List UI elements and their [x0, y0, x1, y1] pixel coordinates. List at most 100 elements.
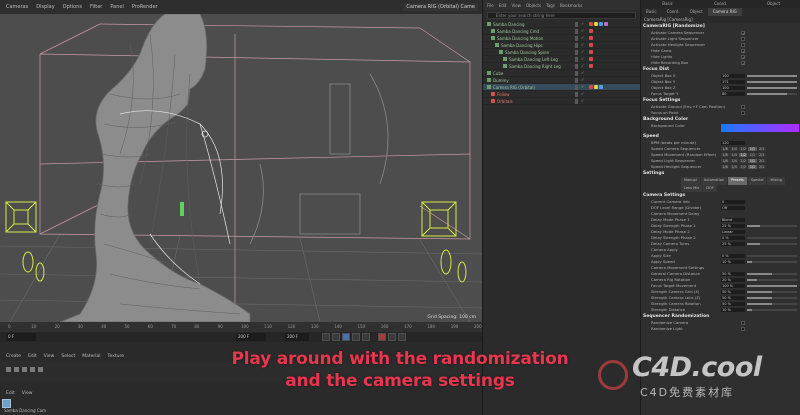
- tag-icon[interactable]: [589, 43, 593, 47]
- visibility-dots-icon[interactable]: [575, 57, 578, 62]
- attribute-value-field[interactable]: 100: [721, 74, 745, 78]
- attribute-value-field[interactable]: Linear: [721, 230, 745, 234]
- viewport-menu-cameras[interactable]: Cameras: [6, 4, 28, 10]
- visibility-dots-icon[interactable]: [575, 29, 578, 34]
- attribute-checkbox[interactable]: ✓: [741, 61, 745, 66]
- autokey-button[interactable]: [388, 333, 396, 341]
- attribute-value-field[interactable]: 25 %: [721, 224, 745, 228]
- attribute-slider[interactable]: [747, 297, 797, 299]
- settings-subtab[interactable]: DOF: [703, 185, 717, 192]
- am-tab2-coord[interactable]: Coord.: [662, 8, 685, 16]
- object-search-input[interactable]: Enter your search string here: [487, 12, 636, 19]
- attribute-checkbox[interactable]: ✓: [741, 55, 745, 60]
- tag-icon[interactable]: [589, 57, 593, 61]
- viewport-menu-options[interactable]: Options: [63, 4, 82, 10]
- attribute-slider[interactable]: [747, 291, 797, 293]
- am-tab2-camera-rig[interactable]: Camera RIG: [707, 8, 742, 16]
- attribute-value-field[interactable]: 100 %: [721, 284, 745, 288]
- object-row[interactable]: Follow ✓: [483, 91, 640, 98]
- visibility-dots-icon[interactable]: [575, 71, 578, 76]
- background-color-swatch[interactable]: [721, 124, 799, 132]
- enable-check-icon[interactable]: ✓: [581, 64, 585, 68]
- enable-check-icon[interactable]: ✓: [581, 29, 585, 33]
- am-tab2-object[interactable]: Object: [685, 8, 708, 16]
- object-row[interactable]: Cube ✓: [483, 70, 640, 77]
- material-menu-select[interactable]: Select: [61, 354, 75, 359]
- material-tool-icon[interactable]: [38, 367, 43, 372]
- am-tab-object[interactable]: Object: [747, 0, 800, 8]
- enable-check-icon[interactable]: ✓: [581, 99, 585, 103]
- section-sequencer-randomization[interactable]: Sequencer Randomization: [641, 313, 800, 320]
- speed-option-button[interactable]: 1/2: [739, 147, 748, 151]
- object-row[interactable]: Orbitals ✓: [483, 98, 640, 105]
- speed-option-button[interactable]: 1/1: [748, 165, 757, 169]
- settings-tab[interactable]: Presets: [728, 177, 747, 185]
- attribute-slider[interactable]: [747, 255, 797, 257]
- attribute-checkbox[interactable]: [741, 327, 745, 331]
- tag-icon[interactable]: [594, 85, 598, 89]
- attribute-checkbox[interactable]: ✓: [741, 31, 745, 36]
- speed-option-button[interactable]: 1/2: [739, 165, 748, 169]
- settings-tab[interactable]: Manual: [681, 177, 700, 185]
- attribute-value-field[interactable]: Off: [721, 206, 745, 210]
- attribute-value-field[interactable]: 0: [721, 200, 745, 204]
- viewport-menu-filter[interactable]: Filter: [90, 4, 102, 10]
- om-menu-tags[interactable]: Tags: [546, 3, 555, 8]
- enable-check-icon[interactable]: ✓: [581, 92, 585, 96]
- tag-icon[interactable]: [589, 85, 593, 89]
- section-background-color[interactable]: Background Color: [641, 116, 800, 123]
- material-menu-material[interactable]: Material: [82, 354, 100, 359]
- attribute-slider[interactable]: [747, 261, 797, 263]
- speed-option-button[interactable]: 1/1: [748, 147, 757, 151]
- attribute-slider[interactable]: [747, 237, 797, 239]
- object-row[interactable]: Samba Dancing Hips ✓: [483, 42, 640, 49]
- om-menu-objects[interactable]: Objects: [526, 3, 541, 8]
- speed-option-button[interactable]: 1/4: [730, 153, 739, 157]
- object-row[interactable]: Samba Dancing Motion ✓: [483, 35, 640, 42]
- enable-check-icon[interactable]: ✓: [581, 43, 585, 47]
- attribute-value-field[interactable]: 0 %: [721, 236, 745, 240]
- material-menu-texture[interactable]: Texture: [108, 354, 124, 359]
- section-focus-settings[interactable]: Focus Settings: [641, 97, 800, 104]
- attribute-value-field[interactable]: 171: [721, 80, 745, 84]
- attribute-value-field[interactable]: 120: [721, 141, 745, 145]
- material-tool-icon[interactable]: [30, 367, 35, 372]
- enable-check-icon[interactable]: ✓: [581, 50, 585, 54]
- visibility-dots-icon[interactable]: [575, 50, 578, 55]
- attribute-checkbox[interactable]: [741, 111, 745, 115]
- attribute-slider[interactable]: [747, 93, 797, 95]
- keyframe-button[interactable]: [398, 333, 406, 341]
- material-menu-create[interactable]: Create: [6, 354, 21, 359]
- attribute-value-field[interactable]: 100: [721, 86, 745, 90]
- 3d-viewport[interactable]: Cameras Display Options Filter Panel Pro…: [0, 0, 482, 322]
- visibility-dots-icon[interactable]: [575, 92, 578, 97]
- visibility-dots-icon[interactable]: [575, 36, 578, 41]
- speed-option-button[interactable]: 1/8: [721, 159, 730, 163]
- object-row[interactable]: Samba Dancing ✓: [483, 21, 640, 28]
- record-button[interactable]: [378, 333, 386, 341]
- speed-option-button[interactable]: 1/8: [721, 147, 730, 151]
- am-tab2-basic[interactable]: Basic: [641, 8, 662, 16]
- material-tool-icon[interactable]: [14, 367, 19, 372]
- settings-subtab[interactable]: Lens Mix: [681, 185, 703, 192]
- om-menu-file[interactable]: File: [487, 3, 494, 8]
- section-speed[interactable]: Speed: [641, 133, 800, 140]
- speed-option-button[interactable]: 1/4: [730, 147, 739, 151]
- play-button[interactable]: [342, 333, 350, 341]
- viewport-menu-panel[interactable]: Panel: [110, 4, 124, 10]
- object-row[interactable]: Samba Dancing Spine ✓: [483, 49, 640, 56]
- attribute-slider[interactable]: [747, 279, 797, 281]
- attribute-value-field[interactable]: 10 %: [721, 260, 745, 264]
- attribute-slider[interactable]: [747, 87, 797, 89]
- object-row[interactable]: Samba Dancing Right Leg ✓: [483, 63, 640, 70]
- om-menu-edit[interactable]: Edit: [499, 3, 507, 8]
- speed-option-button[interactable]: 1/4: [730, 159, 739, 163]
- lower-menu-view[interactable]: View: [22, 391, 33, 396]
- object-row[interactable]: Samba Dancing Left Leg ✓: [483, 56, 640, 63]
- tag-icon[interactable]: [599, 22, 603, 26]
- speed-option-button[interactable]: 1/2: [739, 159, 748, 163]
- speed-option-button[interactable]: 1/1: [748, 153, 757, 157]
- speed-option-button[interactable]: 1/4: [730, 165, 739, 169]
- visibility-dots-icon[interactable]: [575, 43, 578, 48]
- om-menu-bookmarks[interactable]: Bookmarks: [560, 3, 582, 8]
